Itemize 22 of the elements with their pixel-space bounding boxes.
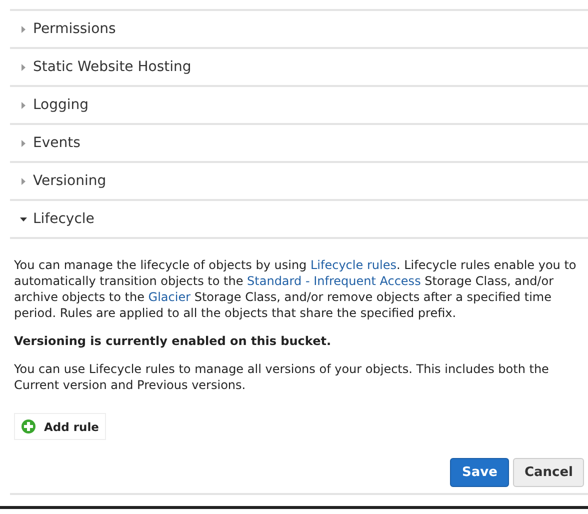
cancel-button[interactable]: Cancel <box>513 458 584 487</box>
link[interactable]: Standard - Infrequent Access <box>247 274 421 288</box>
versioning-notice: Versioning is currently enabled on this bucket. <box>14 333 332 349</box>
versions-description: You can use Lifecycle rules to manage all versions of your objects. This includes both the Current version and Previous versions. <box>14 361 550 393</box>
section-header[interactable]: Logging <box>10 87 588 123</box>
link[interactable]: Lifecycle rules <box>310 258 396 272</box>
add-rule-button[interactable]: Add rule <box>14 413 106 440</box>
caret-right-icon <box>20 178 27 184</box>
save-button[interactable]: Save <box>450 458 510 487</box>
section-header[interactable]: Events <box>10 125 588 161</box>
caret-right-icon <box>20 140 27 146</box>
link[interactable]: Glacier <box>148 290 191 304</box>
section-header[interactable]: Permissions <box>10 11 588 47</box>
caret-down-icon <box>20 216 27 222</box>
caret-right-icon <box>20 26 27 32</box>
lifecycle-description: You can manage the lifecycle of objects by using Lifecycle rules. Lifecycle rules enable you to automatically transition objects to the Standard - Infrequent Access Storage Class, and/or archive objects to the Glacier Storage Class, and/or remove objects after a specified time period. Rules are applied to all the objects that share the specified prefix. <box>14 257 578 321</box>
plus-circle-icon <box>21 419 36 434</box>
section-header[interactable]: Lifecycle <box>10 201 588 237</box>
section-header[interactable]: Versioning <box>10 163 588 199</box>
section-header[interactable]: Static Website Hosting <box>10 49 588 85</box>
caret-right-icon <box>20 64 27 70</box>
caret-right-icon <box>20 102 27 108</box>
